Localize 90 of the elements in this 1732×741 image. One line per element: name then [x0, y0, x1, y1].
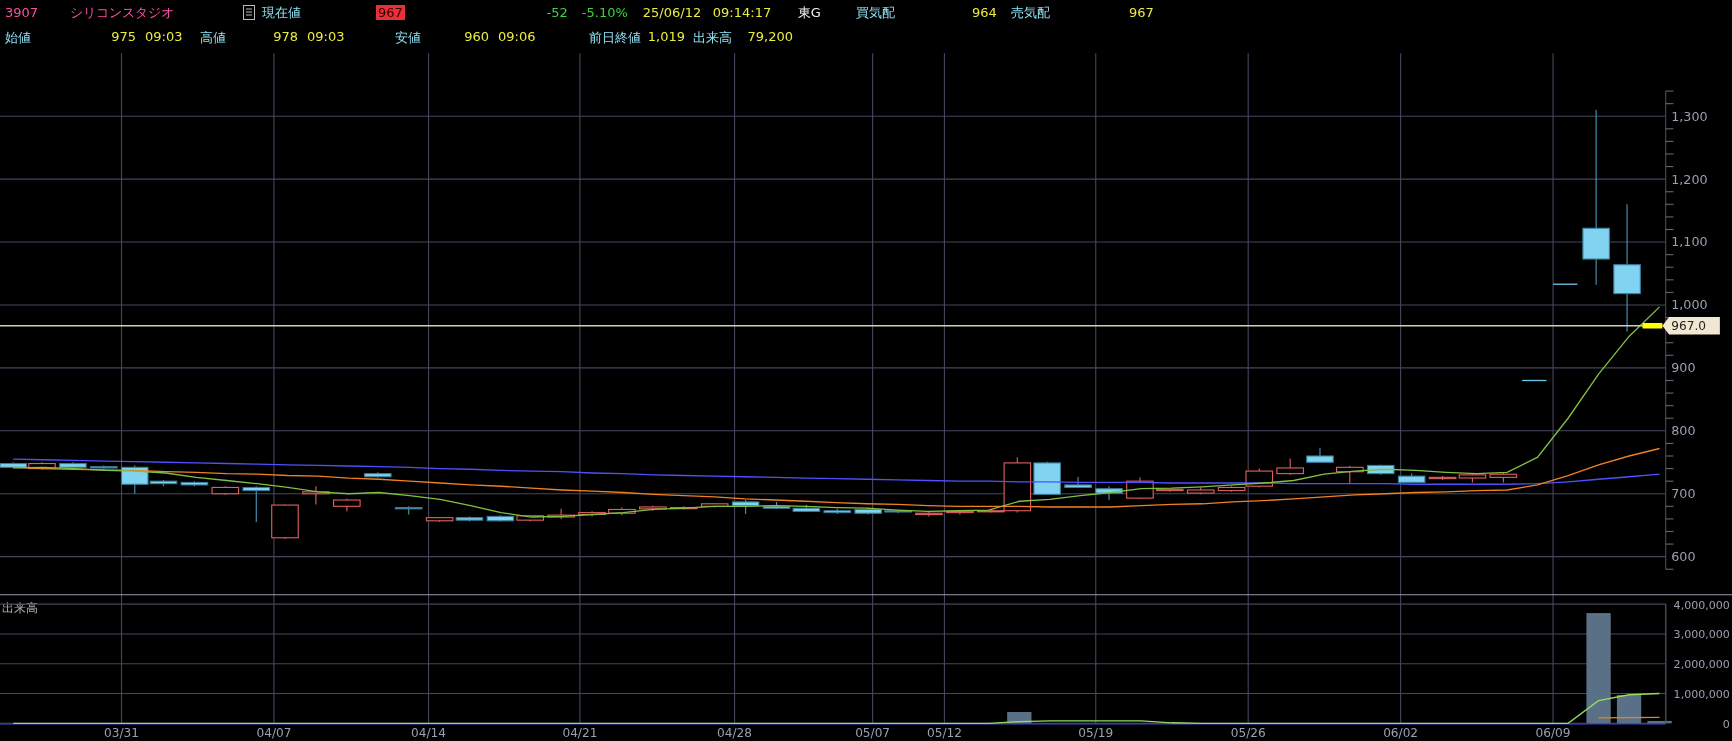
candlestick	[302, 485, 330, 505]
candlestick	[90, 464, 118, 470]
date-axis-label: 03/31	[104, 725, 139, 740]
price-axis-label: 600	[1671, 549, 1696, 565]
candlestick	[1489, 472, 1518, 483]
candlestick	[578, 510, 606, 517]
candlestick	[59, 461, 87, 470]
quote-time: 09:14:17	[712, 5, 773, 20]
date-axis-label: 05/26	[1230, 725, 1266, 740]
date-axis-label: 05/12	[926, 725, 962, 740]
change-percent: -5.10%	[581, 5, 629, 20]
stat-time: 09:03	[144, 28, 184, 46]
candlestick	[0, 461, 28, 470]
candlestick	[1306, 447, 1334, 463]
candlestick	[1064, 476, 1092, 488]
candlestick	[242, 485, 271, 523]
date-axis-label: 05/19	[1078, 725, 1114, 740]
volume-axis-label: 4,000,000	[1673, 598, 1730, 612]
stat-label: 高値	[200, 28, 226, 47]
stat-value: 1,019	[647, 28, 685, 46]
price-change: -52	[545, 5, 568, 20]
candlestick	[28, 461, 56, 471]
price-axis-label: 1,300	[1671, 108, 1708, 124]
volume-axis-label: 3,000,000	[1673, 628, 1730, 642]
bid-price: 964	[971, 5, 997, 20]
candlestick	[1552, 283, 1579, 285]
volume-axis-label: 2,000,000	[1673, 658, 1730, 672]
date-axis-label: 06/02	[1383, 725, 1419, 740]
candlestick	[363, 471, 392, 478]
price-axis-label: 1,000	[1671, 297, 1708, 313]
stat-value: 79,200	[747, 28, 793, 46]
market-label: 東G	[797, 3, 822, 22]
volume-axis-label: 0	[1722, 717, 1730, 731]
candlestick	[1336, 465, 1364, 485]
company-name: シリコンスタジオ	[70, 3, 175, 22]
stat-label: 出来高	[693, 28, 732, 47]
candlestick	[608, 507, 636, 516]
candlestick	[884, 508, 912, 514]
volume-axis-label: 1,000,000	[1673, 687, 1730, 701]
date-axis-label: 06/09	[1535, 725, 1571, 740]
volume-pane-title: 出来高	[2, 600, 39, 615]
candlestick	[946, 509, 974, 516]
candlestick	[547, 508, 575, 520]
price-tag: 967.0	[1662, 316, 1720, 335]
stat-value: 978	[273, 28, 298, 46]
candlestick	[1095, 485, 1123, 501]
bid-label: 買気配	[855, 3, 896, 22]
date-axis-label: 04/07	[256, 725, 292, 740]
price-axis-label: 700	[1671, 486, 1696, 502]
quote-date: 25/06/12	[642, 5, 703, 20]
candlestick	[915, 511, 943, 517]
price-axis-label: 1,200	[1671, 171, 1708, 187]
price-axis-label: 1,100	[1671, 234, 1708, 250]
candlestick	[333, 498, 361, 512]
price-axis-label: 800	[1671, 423, 1696, 439]
stock-code: 3907	[5, 5, 40, 20]
stat-time: 09:03	[306, 28, 346, 46]
current-price-marker	[1642, 323, 1663, 329]
stat-value: 960	[464, 28, 489, 46]
date-axis-label: 04/28	[717, 725, 753, 740]
date-axis-label: 04/14	[411, 725, 447, 740]
candlestick	[180, 480, 209, 487]
candlestick	[1186, 486, 1215, 495]
stat-label: 前日終値	[589, 28, 641, 47]
candlestick	[854, 507, 882, 516]
date-axis-label: 04/21	[562, 725, 598, 740]
candlestick	[1366, 464, 1395, 476]
ask-label: 売気配	[1010, 3, 1051, 22]
stat-value: 975	[111, 28, 136, 46]
candlestick	[669, 505, 698, 511]
candlestick	[271, 503, 299, 540]
date-axis-label: 05/07	[855, 725, 891, 740]
candlestick	[211, 485, 240, 496]
document-icon[interactable]	[243, 5, 255, 20]
candlestick	[394, 505, 423, 516]
candlestick	[1276, 457, 1304, 476]
stat-time: 09:06	[497, 28, 537, 46]
price-axis-label: 900	[1671, 360, 1696, 376]
candlestick	[639, 505, 667, 512]
stat-label: 始値	[5, 28, 31, 47]
price-label: 現在値	[262, 3, 302, 22]
ask-price: 967	[1128, 5, 1154, 20]
candlestick	[823, 508, 852, 515]
candlestick	[731, 499, 760, 515]
candlestick	[700, 502, 729, 509]
candlestick	[1397, 473, 1426, 483]
current-price: 967	[376, 5, 405, 20]
stat-label: 安値	[395, 28, 421, 47]
candlestick	[1521, 379, 1548, 382]
candlestick	[762, 501, 791, 510]
